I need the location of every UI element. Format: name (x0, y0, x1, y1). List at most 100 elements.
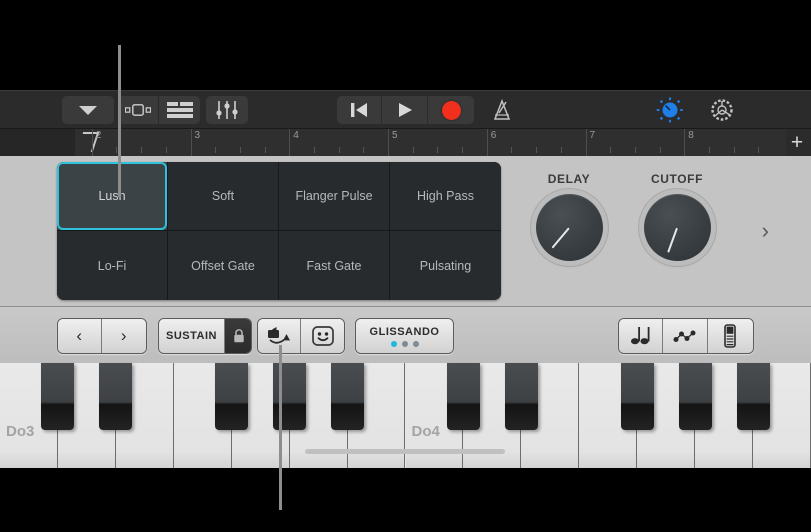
pitch-fader-icon (724, 324, 737, 348)
preset-label: Lush (98, 189, 126, 203)
octave-up-button[interactable]: › (102, 319, 146, 353)
ruler-bar-line (388, 129, 390, 156)
sustain-button[interactable]: SUSTAIN (159, 319, 225, 353)
browser-chevron-down-button[interactable] (62, 96, 114, 124)
glissando-dot (401, 340, 408, 347)
notes-icon (630, 327, 650, 345)
ruler-tick (215, 147, 217, 153)
transport-group (337, 96, 474, 124)
settings-button[interactable] (705, 96, 739, 124)
preset-label: Fast Gate (306, 258, 362, 273)
ruler-tick (437, 147, 439, 153)
ruler-track[interactable] (75, 129, 786, 156)
loop-browser-icon (125, 104, 151, 116)
cutoff-knob-group: CUTOFF (629, 172, 725, 261)
track-view-icon (166, 102, 193, 118)
ruler-tick (733, 147, 735, 153)
keyboard-mode-group (618, 318, 754, 354)
cutoff-knob[interactable] (643, 194, 711, 261)
preset-cell[interactable]: Lush (57, 162, 168, 231)
delay-knob-label: DELAY (547, 172, 591, 186)
piano-black-key[interactable] (99, 363, 133, 430)
callout-line-preset (118, 45, 121, 197)
preset-cell[interactable]: Lo-Fi (57, 231, 168, 300)
ruler-tick (264, 147, 266, 153)
velocity-button[interactable] (301, 319, 344, 353)
record-button[interactable] (428, 96, 474, 124)
ruler-tick (239, 147, 241, 153)
play-button[interactable] (382, 96, 428, 124)
piano-black-key[interactable] (215, 363, 249, 430)
callout-line-keyboard (279, 345, 282, 510)
garageband-keyboard-screen: 2 3 4 5 6 7 8 + Lush Soft Flanger Pulse High Pass… (0, 0, 811, 532)
lock-icon (234, 329, 244, 343)
ruler-bar-line (91, 129, 93, 156)
preset-cell[interactable]: Fast Gate (279, 231, 390, 300)
add-section-button[interactable]: + (787, 132, 807, 153)
glissando-mode-dots (390, 340, 419, 347)
play-icon (398, 103, 412, 117)
fx-button[interactable] (653, 96, 687, 124)
keyboard-scroll-indicator[interactable] (305, 449, 505, 454)
loop-browser-button[interactable] (118, 96, 159, 124)
ruler-tick (313, 147, 315, 153)
ruler-tick (634, 147, 636, 153)
next-page-chevron-icon[interactable]: › (762, 218, 769, 244)
preset-label: Flanger Pulse (295, 189, 373, 203)
piano-black-key[interactable] (331, 363, 365, 430)
mixer-button-group (206, 96, 248, 124)
ruler-tick (363, 147, 365, 153)
keyboard-toolbar: ‹ › SUSTAIN GLISSANDO (0, 306, 811, 363)
record-dot-icon (441, 100, 461, 120)
piano-black-key[interactable] (736, 363, 770, 430)
cutoff-knob-indicator (667, 227, 678, 253)
chevron-down-icon (79, 106, 97, 115)
preset-cell[interactable]: Offset Gate (168, 231, 279, 300)
metronome-icon (493, 99, 511, 120)
preset-label: High Pass (417, 189, 474, 203)
ruler-tick (165, 147, 167, 153)
piano-keyboard[interactable]: Do3 Do4 (0, 363, 811, 468)
ruler-left-pad (0, 129, 75, 156)
octave-shift-group: ‹ › (57, 318, 147, 354)
pitch-fader-button[interactable] (707, 319, 753, 353)
ruler-tick (708, 147, 710, 153)
fx-knob-icon (656, 97, 683, 123)
piano-black-key[interactable] (504, 363, 538, 430)
arp-velocity-group (257, 318, 345, 354)
piano-black-key[interactable] (678, 363, 712, 430)
bottom-black-area (0, 468, 811, 532)
notes-button[interactable] (619, 319, 664, 353)
glissando-button[interactable]: GLISSANDO (356, 319, 453, 353)
preset-cell[interactable]: High Pass (390, 162, 501, 231)
ruler-tick (560, 147, 562, 153)
top-black-area (0, 0, 811, 90)
scale-button[interactable] (663, 319, 708, 353)
octave-down-button[interactable]: ‹ (58, 319, 103, 353)
piano-black-key[interactable] (446, 363, 480, 430)
ruler-tick (610, 147, 612, 153)
preset-cell[interactable]: Pulsating (390, 231, 501, 300)
preset-cell[interactable]: Flanger Pulse (279, 162, 390, 231)
ruler-bar-label: 5 (392, 130, 398, 141)
mixer-faders-icon (216, 101, 238, 119)
piano-black-key[interactable] (620, 363, 654, 430)
cutoff-knob-label: CUTOFF (650, 172, 704, 186)
rewind-button[interactable] (337, 96, 382, 124)
mixer-button[interactable] (206, 96, 248, 124)
ruler-tick (462, 147, 464, 153)
ruler-tick (412, 147, 414, 153)
glissando-dot (412, 340, 419, 347)
delay-knob-group: DELAY (521, 172, 617, 261)
view-toggle-group (118, 96, 200, 124)
sustain-lock-button[interactable] (225, 319, 251, 353)
timeline-ruler[interactable]: 2 3 4 5 6 7 8 + (0, 128, 811, 156)
piano-black-key[interactable] (41, 363, 75, 430)
ruler-bar-label: 2 (95, 130, 102, 141)
sustain-group: SUSTAIN (158, 318, 252, 354)
track-view-button[interactable] (159, 96, 200, 124)
preset-cell[interactable]: Soft (168, 162, 279, 231)
metronome-button[interactable] (485, 96, 519, 124)
rewind-icon (351, 103, 367, 117)
delay-knob[interactable] (535, 194, 603, 261)
